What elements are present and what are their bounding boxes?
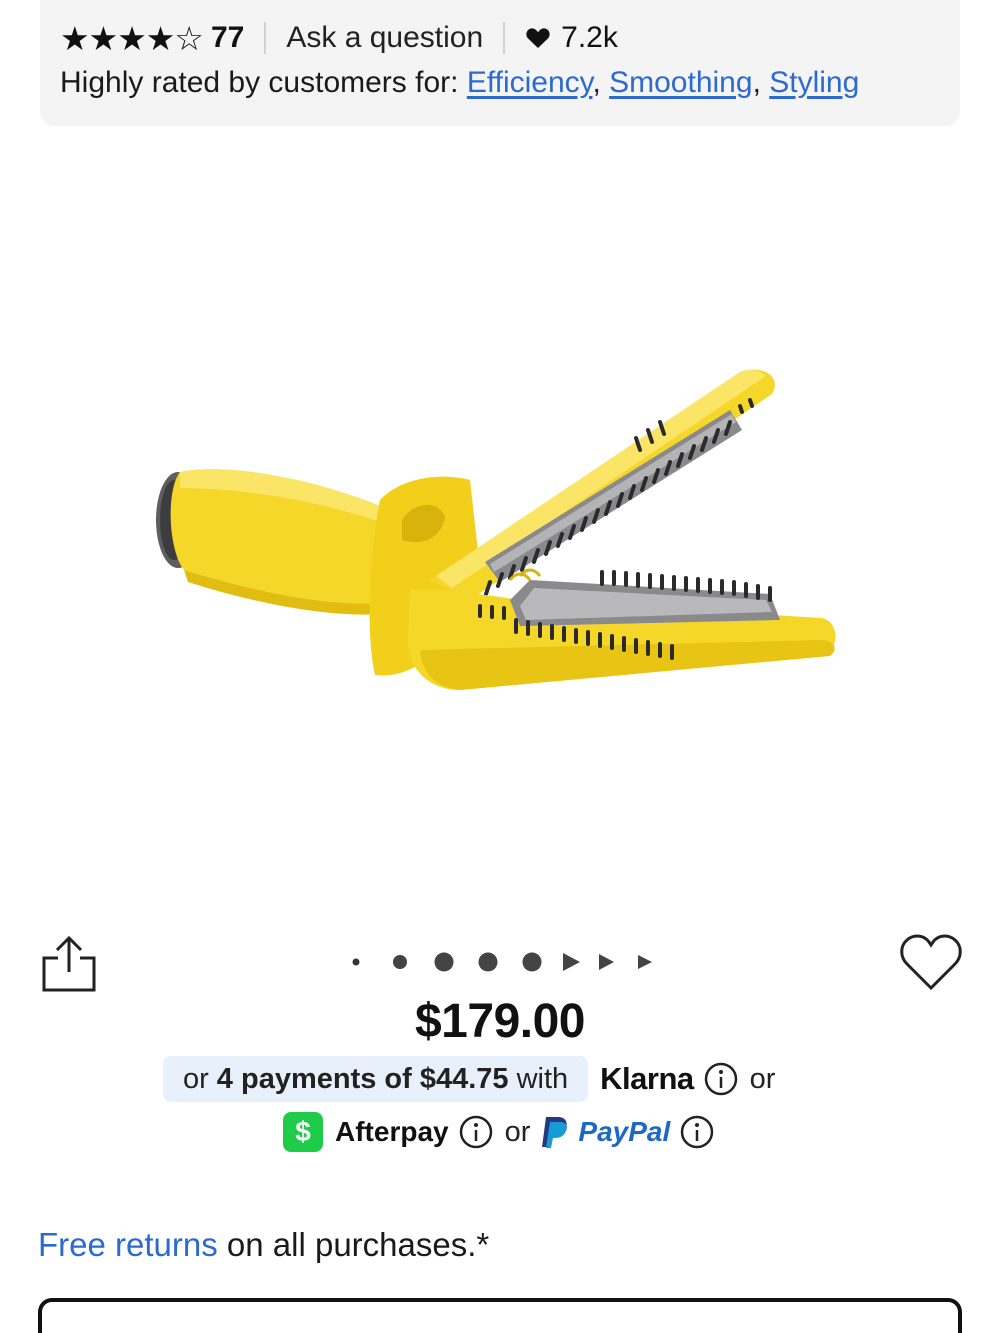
klarna-payments-text: 4 payments of $44.75	[216, 1062, 509, 1095]
star-filled-icon: ★	[117, 19, 147, 57]
paypal-label[interactable]: PayPal	[578, 1116, 670, 1148]
klarna-payments-pill[interactable]: or 4 payments of $44.75 with	[163, 1056, 589, 1102]
highly-rated-for: Highly rated by customers for: Efficienc…	[60, 66, 860, 99]
star-filled-icon: ★	[60, 19, 90, 57]
info-icon[interactable]	[459, 1115, 493, 1149]
klarna-with-text: with	[516, 1062, 569, 1095]
rating-summary-card: ★ ★ ★ ★ ☆ 77 Ask a question 7.2k Highly …	[40, 0, 960, 126]
klarna-logo: Klarna	[600, 1061, 694, 1096]
star-rating[interactable]: ★ ★ ★ ★ ☆	[60, 19, 204, 57]
info-icon[interactable]	[680, 1115, 714, 1149]
info-icon[interactable]	[704, 1062, 738, 1096]
tag-link-efficiency[interactable]: Efficiency	[467, 66, 593, 99]
highly-rated-prefix: Highly rated by customers for:	[60, 66, 467, 99]
tag-link-smoothing[interactable]: Smoothing	[609, 66, 752, 99]
or-text: or	[749, 1062, 776, 1095]
review-count[interactable]: 77	[211, 21, 244, 55]
klarna-financing: or 4 payments of $44.75 with Klarna or	[163, 1056, 775, 1102]
free-returns-link[interactable]: Free returns	[38, 1226, 218, 1263]
cash-app-afterpay-icon: $	[283, 1112, 323, 1152]
star-filled-icon: ★	[145, 19, 176, 57]
shipping-options-box[interactable]	[38, 1298, 962, 1333]
star-empty-icon: ☆	[174, 19, 204, 57]
free-returns-note: Free returns on all purchases.*	[38, 1226, 489, 1264]
loves-count: 7.2k	[561, 21, 618, 54]
ask-question-link[interactable]: Ask a question	[286, 21, 483, 55]
tag-link-styling[interactable]: Styling	[769, 66, 859, 99]
divider	[503, 22, 506, 54]
heart-filled-icon[interactable]	[525, 26, 551, 50]
product-price: $179.00	[414, 995, 586, 1048]
alt-payments: $ Afterpay or PayPal	[283, 1110, 714, 1154]
or-text: or	[504, 1115, 531, 1148]
blow-dryer-brush-image[interactable]	[140, 350, 860, 730]
paypal-logo-icon	[542, 1117, 568, 1148]
rating-row: ★ ★ ★ ★ ☆ 77 Ask a question 7.2k	[60, 16, 618, 60]
klarna-prefix: or	[183, 1062, 209, 1095]
free-returns-rest: on all purchases.*	[217, 1226, 490, 1263]
star-filled-icon: ★	[88, 19, 119, 57]
divider	[264, 22, 267, 54]
carousel-indicators[interactable]	[340, 946, 660, 978]
afterpay-label[interactable]: Afterpay	[335, 1116, 449, 1148]
heart-outline-icon[interactable]	[900, 934, 962, 992]
share-icon[interactable]	[40, 934, 98, 994]
